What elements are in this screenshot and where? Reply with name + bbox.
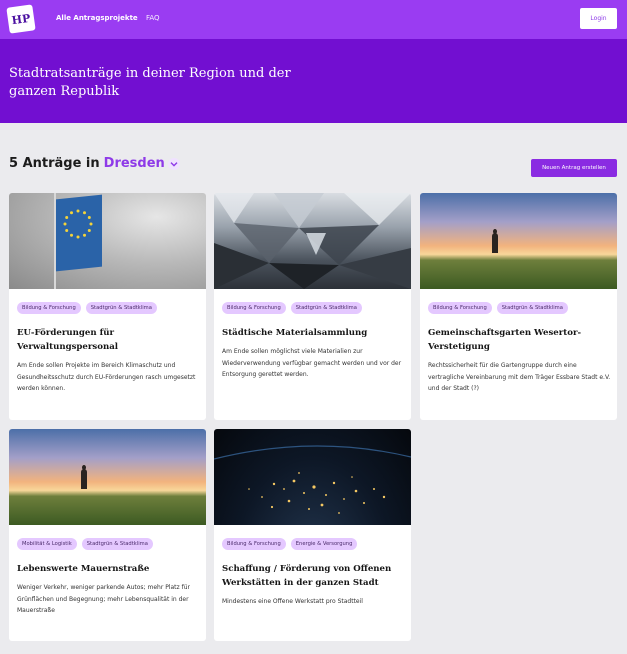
card-image-earth-at-night: [214, 429, 411, 525]
tag[interactable]: Bildung & Forschung: [428, 302, 492, 314]
proposal-card[interactable]: Bildung & Forschung Energie & Versorgung…: [214, 429, 411, 641]
eu-stars-icon: [63, 209, 93, 239]
card-title: Gemeinschaftsgarten Wesertor-Verstetigun…: [428, 328, 582, 352]
card-description: Am Ende sollen möglichst viele Materiali…: [222, 348, 402, 378]
proposal-card[interactable]: Bildung & Forschung Stadtgrün & Stadtkli…: [9, 193, 206, 420]
tag[interactable]: Mobilität & Logistik: [17, 538, 77, 550]
proposal-count: 5 Anträge in: [9, 156, 100, 171]
city-select[interactable]: Dresden: [104, 156, 180, 171]
tag[interactable]: Stadtgrün & Stadtklima: [290, 302, 362, 314]
card-description: Am Ende sollen Projekte im Bereich Klima…: [17, 362, 196, 392]
card-description: Weniger Verkehr, weniger parkende Autos;…: [17, 584, 190, 614]
proposal-card[interactable]: Mobilität & Logistik Stadtgrün & Stadtkl…: [9, 429, 206, 641]
proposal-card[interactable]: Bildung & Forschung Stadtgrün & Stadtkli…: [214, 193, 411, 420]
chevron-down-icon: [167, 157, 180, 170]
listing-heading: 5 Anträge in Dresden: [9, 156, 180, 171]
card-image-eu-flag: [9, 193, 206, 289]
card-title: Schaffung / Förderung von Offenen Werkst…: [222, 564, 392, 588]
hero-title: Stadtratsanträge in deiner Region und de…: [9, 66, 291, 99]
card-image-field-sunset: [420, 193, 617, 289]
login-button[interactable]: Login: [580, 8, 617, 29]
tag[interactable]: Energie & Versorgung: [290, 538, 358, 550]
new-proposal-button[interactable]: Neuen Antrag erstellen: [531, 159, 617, 177]
logo[interactable]: HP: [6, 4, 36, 34]
proposal-card[interactable]: Bildung & Forschung Stadtgrün & Stadtkli…: [420, 193, 617, 420]
card-image-mirror-architecture: [214, 193, 411, 289]
tag[interactable]: Stadtgrün & Stadtklima: [81, 538, 153, 550]
nav-link-alle-antragsprojekte[interactable]: Alle Antragsprojekte: [56, 14, 138, 22]
top-navigation-bar: HP Alle Antragsprojekte FAQ Login: [0, 0, 627, 39]
card-title: Lebenswerte Mauernstraße: [17, 564, 150, 574]
card-image-field-sunset: [9, 429, 206, 525]
card-title: Städtische Materialsammlung: [222, 328, 368, 338]
card-title: EU-Förderungen für Verwaltungspersonal: [17, 328, 119, 352]
nav-link-faq[interactable]: FAQ: [146, 14, 160, 22]
tag[interactable]: Bildung & Forschung: [17, 302, 81, 314]
hero-banner: Stadtratsanträge in deiner Region und de…: [0, 39, 627, 123]
tag[interactable]: Bildung & Forschung: [222, 302, 286, 314]
tag[interactable]: Stadtgrün & Stadtklima: [85, 302, 157, 314]
tag[interactable]: Bildung & Forschung: [222, 538, 286, 550]
card-description: Rechtssicherheit für die Gartengruppe du…: [428, 362, 611, 392]
card-description: Mindestens eine Offene Werkstatt pro Sta…: [222, 598, 363, 605]
tag[interactable]: Stadtgrün & Stadtklima: [496, 302, 568, 314]
city-name: Dresden: [103, 156, 165, 171]
